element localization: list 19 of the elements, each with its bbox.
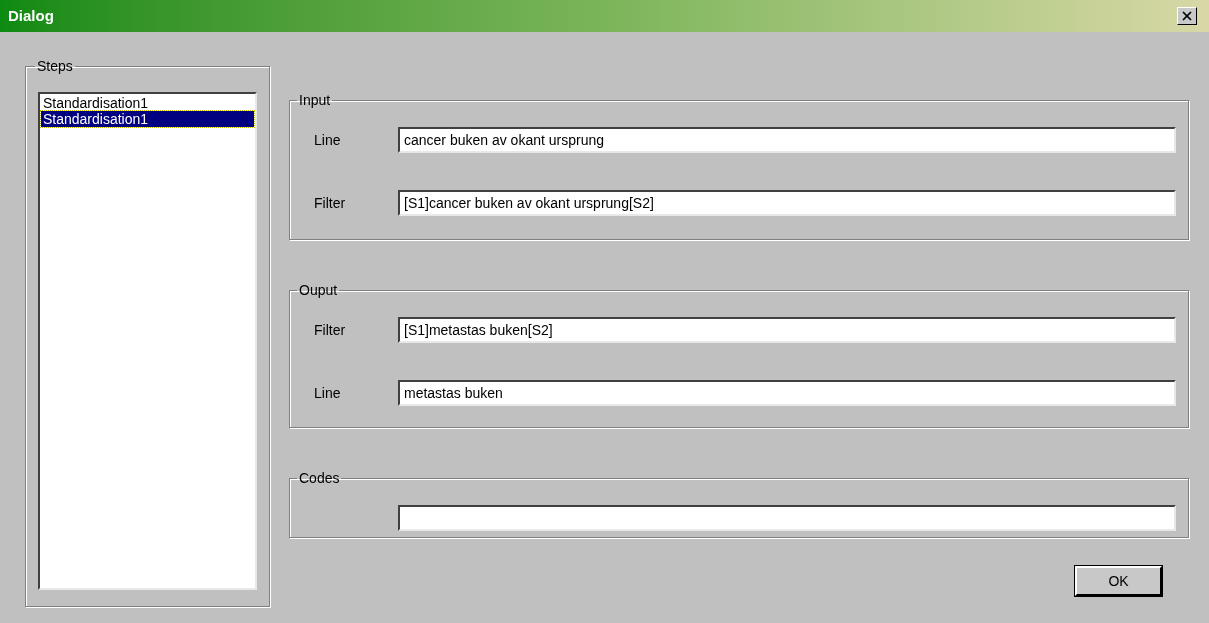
text-field[interactable]: metastas buken bbox=[398, 380, 1176, 406]
text-field[interactable] bbox=[398, 505, 1176, 531]
close-button[interactable] bbox=[1177, 7, 1197, 25]
field-label: Filter bbox=[314, 195, 346, 211]
text-field[interactable]: [S1]metastas buken[S2] bbox=[398, 317, 1176, 343]
group-label: Steps bbox=[37, 58, 73, 74]
group-label: Input bbox=[299, 92, 331, 108]
ok-button[interactable]: OK bbox=[1075, 566, 1162, 596]
close-icon bbox=[1180, 9, 1194, 23]
window-title: Dialog bbox=[8, 5, 54, 26]
group-label: Codes bbox=[299, 470, 340, 486]
text-field[interactable]: [S1]cancer buken av okant ursprung[S2] bbox=[398, 190, 1176, 216]
group-label: Ouput bbox=[299, 282, 338, 298]
field-label: Line bbox=[314, 132, 341, 148]
text-field[interactable]: cancer buken av okant ursprung bbox=[398, 127, 1176, 153]
list-item[interactable]: Standardisation1 bbox=[41, 111, 254, 127]
list-item[interactable]: Standardisation1 bbox=[41, 95, 254, 111]
field-label: Line bbox=[314, 385, 341, 401]
field-label: Filter bbox=[314, 322, 346, 338]
